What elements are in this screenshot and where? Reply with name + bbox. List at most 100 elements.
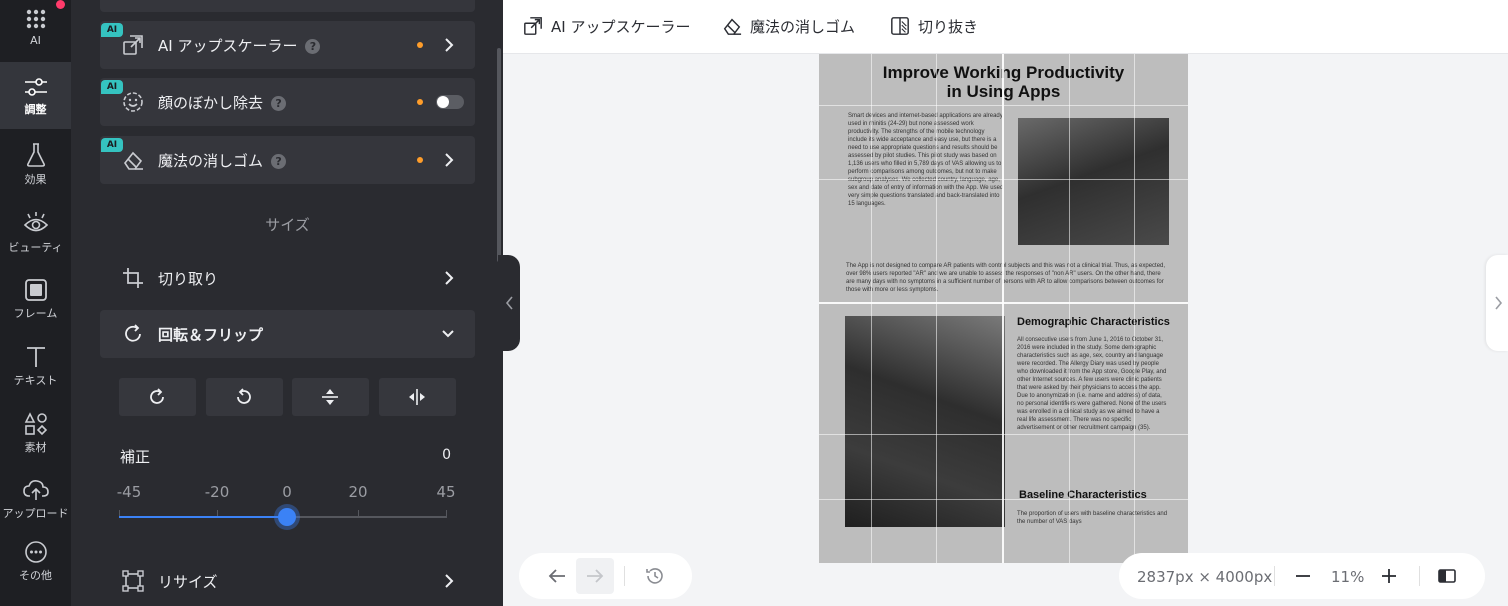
face-deblur-label: 顔のぼかし除去	[158, 94, 264, 112]
rotate-icon	[125, 324, 141, 342]
flip-horizontal-icon	[409, 389, 425, 405]
face-deblur-row[interactable]: 顔のぼかし除去?	[100, 78, 475, 126]
arrow-left-icon	[548, 569, 565, 583]
slider-tick-label: -45	[116, 483, 142, 501]
zoom-bar: 2837px × 4000px 11%	[1119, 553, 1485, 599]
zoom-out-button[interactable]	[1295, 566, 1311, 590]
upscale-icon	[524, 17, 542, 35]
rail-label: その他	[19, 569, 52, 582]
flask-icon	[26, 143, 45, 167]
chevron-right-icon	[445, 271, 454, 285]
chevron-right-icon	[445, 574, 454, 588]
toolbar-magic-eraser-label: 魔法の消しゴム	[750, 17, 856, 36]
resize-row[interactable]: リサイズ	[100, 557, 475, 605]
grid-line	[871, 54, 872, 563]
ai-upscaler-label: AI アップスケーラー	[158, 37, 298, 55]
zoom-level[interactable]: 11%	[1331, 568, 1364, 586]
rail-item-effects[interactable]: 効果	[0, 139, 71, 199]
shapes-icon	[24, 412, 47, 436]
ai-badge: AI	[101, 23, 123, 37]
rail-label: 効果	[24, 173, 47, 186]
top-toolbar: AI アップスケーラー 魔法の消しゴム 切り抜き	[503, 0, 1508, 54]
rail-label: ビューティ	[8, 241, 63, 254]
flip-vertical-icon	[322, 389, 338, 405]
toolbar-ai-upscaler-button[interactable]: AI アップスケーラー	[523, 14, 690, 38]
cutout-icon	[891, 17, 909, 35]
flip-horizontal-button[interactable]	[379, 378, 456, 416]
compare-button[interactable]	[1438, 566, 1456, 590]
resize-icon	[122, 570, 144, 592]
flip-vertical-button[interactable]	[292, 378, 369, 416]
plus-icon	[1382, 569, 1396, 583]
ai-upscaler-row[interactable]: AI アップスケーラー?	[100, 21, 475, 69]
rail-item-beauty[interactable]: ビューティ	[0, 207, 71, 267]
grid-line	[819, 302, 1188, 304]
document-paragraph: The App is not designed to compare AR pa…	[846, 263, 1166, 293]
slider-tick-label: 0	[282, 483, 292, 501]
undo-button[interactable]	[538, 558, 576, 594]
chevron-left-icon	[505, 296, 513, 310]
redo-button[interactable]	[576, 558, 614, 594]
separator	[1274, 566, 1275, 586]
grid-line	[819, 105, 1188, 106]
crop-row[interactable]: 切り取り	[100, 254, 475, 302]
slider-tick-label: 20	[348, 483, 368, 501]
new-indicator-dot	[417, 42, 423, 48]
help-icon[interactable]: ?	[305, 39, 321, 54]
ai-badge: AI	[101, 80, 123, 94]
correction-label: 補正	[120, 448, 151, 466]
panel-top-row-partial	[100, 0, 475, 12]
rail-item-upload[interactable]: アップロード	[0, 476, 71, 536]
toolbar-ai-upscaler-label: AI アップスケーラー	[551, 17, 691, 36]
correction-value: 0	[442, 447, 451, 463]
frame-icon	[24, 279, 47, 301]
rail-label: フレーム	[13, 307, 58, 320]
slider-tick	[358, 510, 359, 516]
rotate-cw-icon	[150, 388, 164, 404]
toolbar-cutout-button[interactable]: 切り抜き	[890, 14, 978, 38]
notification-dot	[56, 0, 65, 9]
document-heading: Demographic Characteristics	[1017, 316, 1170, 328]
rail-item-frame[interactable]: フレーム	[0, 276, 71, 336]
new-indicator-dot	[417, 157, 423, 163]
slider-tick	[446, 510, 447, 516]
grid-line	[936, 54, 937, 563]
rail-item-assets[interactable]: 素材	[0, 410, 71, 470]
chevron-right-icon	[445, 38, 454, 52]
rail-item-adjust[interactable]: 調整	[0, 62, 71, 129]
compare-icon	[1438, 569, 1456, 583]
chevron-down-icon	[442, 330, 454, 338]
upload-cloud-icon	[22, 480, 49, 500]
new-indicator-dot	[417, 99, 423, 105]
history-clock-icon	[646, 568, 663, 584]
rail-item-text[interactable]: テキスト	[0, 343, 71, 403]
magic-eraser-row[interactable]: 魔法の消しゴム?	[100, 136, 475, 184]
expand-right-panel-handle[interactable]	[1486, 255, 1508, 351]
arrow-right-icon	[587, 569, 604, 583]
face-deblur-toggle[interactable]	[436, 95, 464, 109]
rail-item-ai[interactable]: AI	[0, 0, 71, 60]
rotate-cw-button[interactable]	[119, 378, 196, 416]
panel-scrollbar[interactable]	[497, 48, 501, 262]
help-icon[interactable]: ?	[271, 96, 287, 111]
correction-slider-handle[interactable]	[274, 504, 300, 530]
rotate-ccw-button[interactable]	[206, 378, 283, 416]
left-rail: AI 調整 効果 ビューティ フレーム テキスト 素材 アップロード その他	[0, 0, 71, 606]
slider-tick-label: 45	[436, 483, 456, 501]
rotate-flip-row[interactable]: 回転＆フリップ	[100, 310, 475, 358]
resize-label: リサイズ	[158, 573, 218, 591]
zoom-in-button[interactable]	[1381, 566, 1397, 590]
collapse-panel-handle[interactable]	[498, 255, 520, 351]
rail-item-more[interactable]: その他	[0, 540, 71, 600]
correction-slider-fill	[119, 516, 287, 518]
canvas-image[interactable]: Improve Working Productivity in Using Ap…	[819, 54, 1188, 563]
help-icon[interactable]: ?	[271, 154, 287, 169]
size-section-title: サイズ	[265, 216, 310, 234]
toolbar-magic-eraser-button[interactable]: 魔法の消しゴム	[722, 14, 855, 38]
separator	[1419, 566, 1420, 586]
history-button[interactable]	[636, 558, 674, 594]
rotate-ccw-icon	[237, 388, 251, 404]
document-photo	[845, 316, 1005, 527]
adjust-panel: AI AI アップスケーラー? AI 顔のぼかし除去? AI 魔法の消しゴム?	[71, 0, 503, 606]
grid-line	[819, 434, 1188, 435]
